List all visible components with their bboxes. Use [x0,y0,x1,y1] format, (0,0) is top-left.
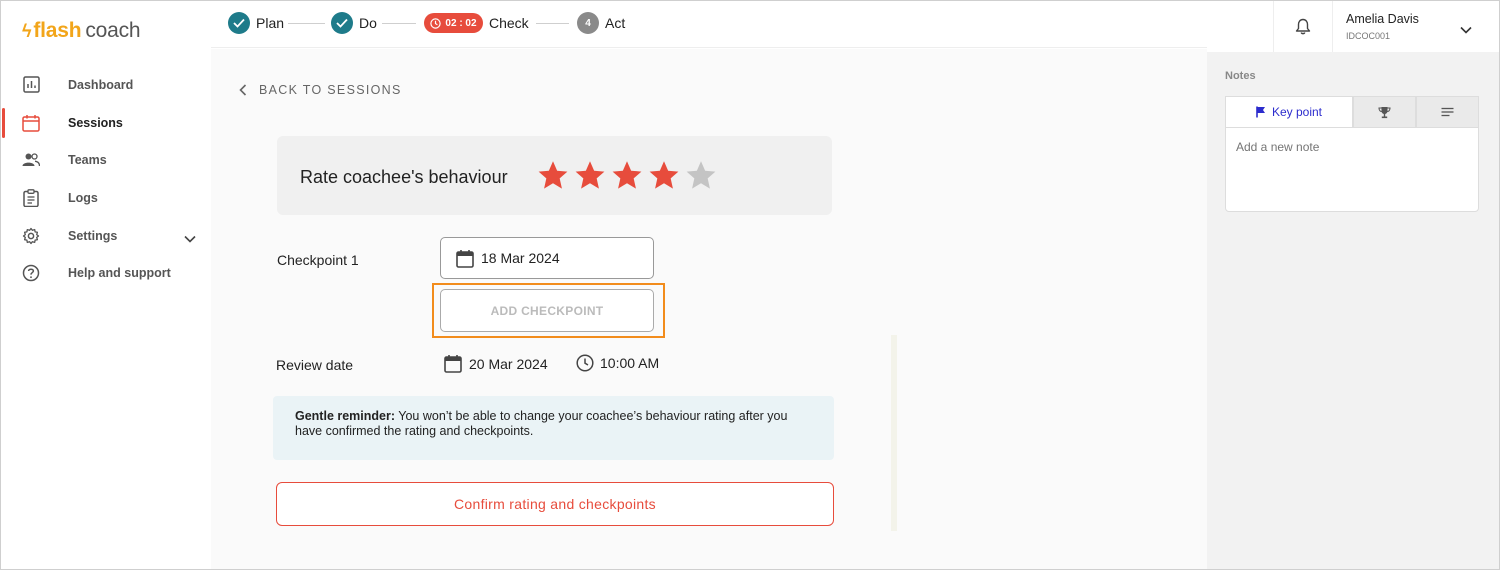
star-empty-icon[interactable] [685,160,717,191]
notes-tabs: Key point [1225,96,1479,128]
step-plan[interactable]: Plan [228,12,284,34]
sidebar-item-sessions[interactable]: Sessions [1,104,210,142]
notes-panel: Notes Key point [1207,52,1499,569]
flag-icon [1256,106,1265,118]
calendar-icon [444,355,462,373]
review-date-value: 20 Mar 2024 [469,355,548,372]
sidebar-item-dashboard[interactable]: Dashboard [1,66,210,104]
sidebar-item-help[interactable]: Help and support [1,254,210,292]
trophy-icon [1378,106,1391,118]
step-number: 4 [577,12,599,34]
star-filled-icon[interactable] [611,160,643,191]
sidebar-item-label: Logs [68,190,98,205]
sidebar-item-teams[interactable]: Teams [1,141,210,179]
clock-icon [430,17,442,29]
chart-icon [22,76,40,94]
step-connector [288,23,325,24]
tab-notes-list[interactable] [1416,96,1479,128]
back-to-sessions-link[interactable]: BACK TO SESSIONS [239,83,402,97]
chevron-down-icon[interactable] [1460,21,1472,39]
step-check[interactable]: 02 : 02 Check [424,13,529,33]
session-stepper: Plan Do 02 : 02 Check 4 Act [211,1,1207,48]
step-label: Plan [256,15,285,31]
logo-text-coach: coach [85,19,141,42]
sidebar-item-settings[interactable]: Settings [1,217,210,255]
sidebar-item-label: Help and support [68,266,171,281]
list-icon [1441,107,1454,117]
new-note-input[interactable] [1225,127,1479,212]
step-label: Check [489,15,529,31]
star-filled-icon[interactable] [537,160,569,191]
step-act[interactable]: 4 Act [577,12,625,34]
sidebar-nav: Dashboard Sessions Teams Logs Settings H… [1,66,210,292]
star-filled-icon[interactable] [648,160,680,191]
sidebar-item-label: Sessions [68,115,123,130]
notes-heading: Notes [1225,70,1256,82]
step-do[interactable]: Do [331,12,377,34]
user-name: Amelia Davis [1346,12,1419,26]
logo: ϟ flash coach [22,19,141,43]
help-icon [22,264,40,282]
star-filled-icon[interactable] [574,160,606,191]
clock-icon [576,354,594,372]
checkpoint-label: Checkpoint 1 [277,252,359,268]
review-time-value: 10:00 AM [600,355,660,371]
timer-value: 02 : 02 [445,17,477,29]
star-rating[interactable] [537,160,717,191]
step-label: Act [605,15,626,31]
rating-title: Rate coachee's behaviour [300,167,508,187]
reminder-banner: Gentle reminder: You won’t be able to ch… [273,396,834,460]
back-label: BACK TO SESSIONS [259,83,402,97]
sidebar-item-label: Settings [68,228,118,243]
sidebar-item-label: Teams [68,153,107,168]
confirm-rating-button[interactable]: Confirm rating and checkpoints [276,482,834,526]
bell-icon [1295,18,1311,35]
notifications-button[interactable] [1273,1,1333,52]
chevron-down-icon[interactable] [184,230,196,248]
session-timer: 02 : 02 [424,13,483,33]
sidebar-item-logs[interactable]: Logs [1,179,210,217]
gear-icon [22,227,40,245]
rating-card: Rate coachee's behaviour [277,136,832,215]
tab-key-point[interactable]: Key point [1225,96,1353,128]
scrollbar-track[interactable] [891,335,897,531]
check-icon [228,12,250,34]
main-content: BACK TO SESSIONS Rate coachee's behaviou… [211,49,1207,569]
add-checkpoint-button[interactable]: ADD CHECKPOINT [440,289,654,332]
review-date-label: Review date [276,357,354,373]
bolt-icon: ϟ [22,20,32,41]
sidebar: ϟ flash coach Dashboard Sessions Teams L… [1,1,210,569]
logo-text-flash: flash [33,19,82,42]
checkpoint-date-field[interactable]: 18 Mar 2024 [440,237,654,279]
user-header: Amelia Davis IDCOC001 [1207,1,1499,52]
step-connector [536,23,569,24]
reminder-bold: Gentle reminder: [295,409,396,423]
checkpoint-date-value: 18 Mar 2024 [481,250,560,266]
review-time-picker[interactable]: 10:00 AM [576,354,659,372]
review-date-picker[interactable]: 20 Mar 2024 [444,354,548,373]
calendar-icon [456,249,474,268]
chevron-left-icon [239,84,247,96]
user-id: IDCOC001 [1346,31,1391,41]
tab-label: Key point [1271,105,1323,119]
step-connector [382,23,416,24]
step-label: Do [359,15,377,31]
people-icon [22,151,40,169]
clipboard-icon [22,189,40,207]
check-icon [331,12,353,34]
calendar-icon [22,114,40,132]
tab-achievement[interactable] [1353,96,1416,128]
sidebar-item-label: Dashboard [68,77,134,92]
